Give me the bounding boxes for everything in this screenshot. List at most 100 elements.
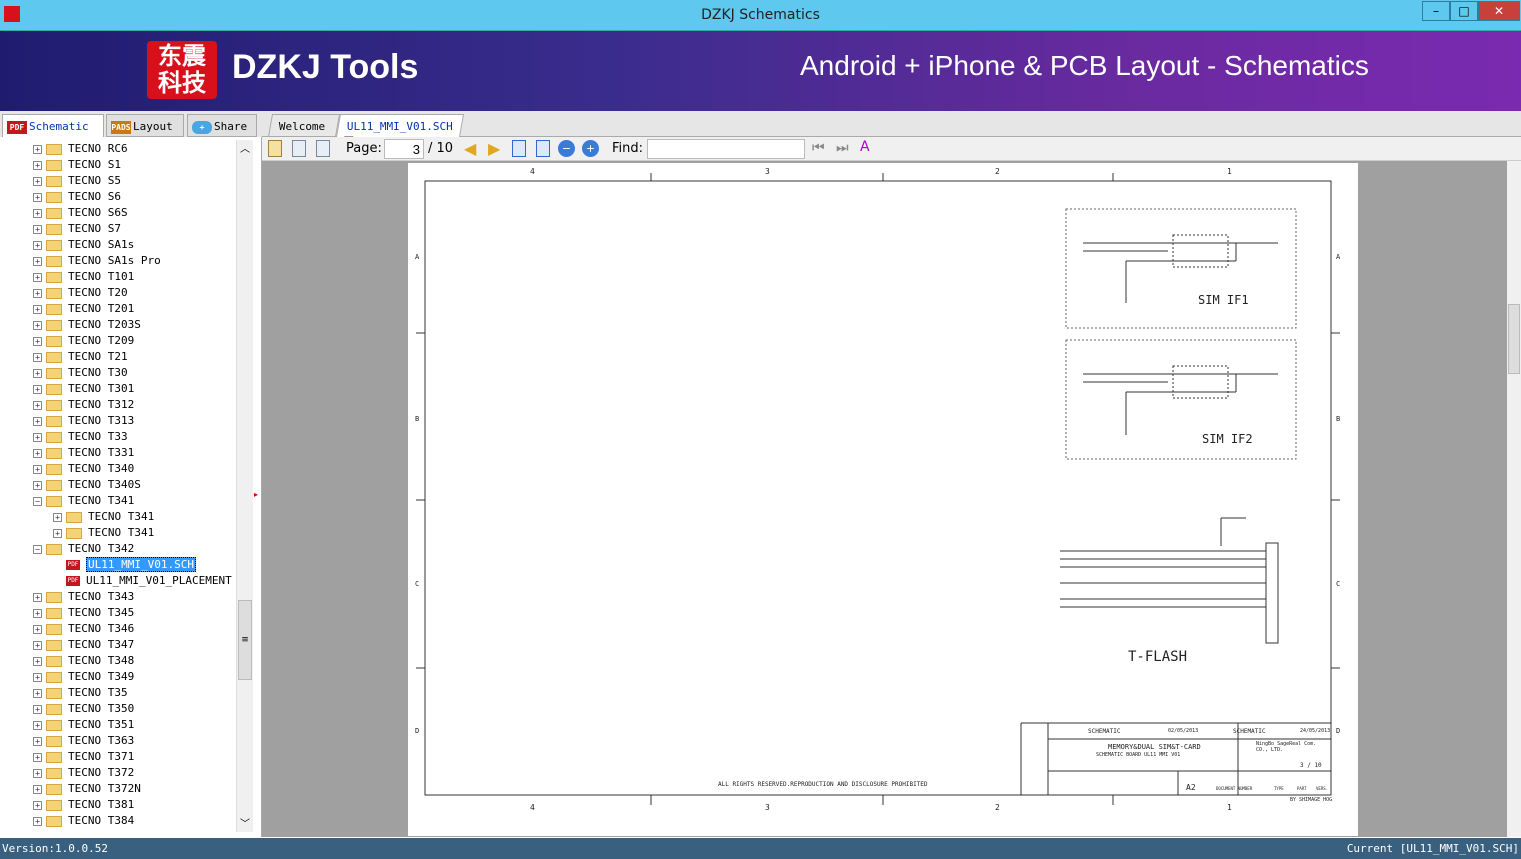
scroll-thumb[interactable]: ≡ [238, 600, 252, 680]
tree-item[interactable]: + TECNO T341 [53, 509, 154, 525]
expand-icon[interactable]: + [33, 384, 42, 394]
rotate-left-icon[interactable] [292, 140, 306, 157]
tree-item[interactable]: + TECNO T313 [33, 413, 134, 429]
expand-icon[interactable]: + [33, 416, 42, 426]
expand-icon[interactable]: + [33, 592, 42, 602]
tree-item[interactable]: + TECNO T340S [33, 477, 141, 493]
fit-page-icon[interactable] [536, 140, 550, 157]
tree-item[interactable]: + TECNO T33 [33, 429, 128, 445]
tab-ul11-mmi-v01[interactable]: UL11_MMI_V01.SCH ✕ [335, 114, 465, 146]
expand-icon[interactable]: + [33, 608, 42, 618]
expand-icon[interactable]: + [33, 144, 42, 154]
expand-icon[interactable]: + [53, 512, 62, 522]
expand-icon[interactable]: + [33, 160, 42, 170]
tab-layout[interactable]: PADS Layout [106, 114, 184, 137]
tree-item[interactable]: + TECNO SA1s [33, 237, 134, 253]
zoom-out-icon[interactable]: − [558, 140, 575, 157]
expand-icon[interactable]: + [33, 624, 42, 634]
tree-item[interactable]: PDF UL11_MMI_V01.SCH [53, 557, 196, 573]
scroll-up-icon[interactable]: ︿ [237, 140, 253, 157]
expand-icon[interactable]: + [33, 336, 42, 346]
page-input[interactable] [384, 139, 424, 159]
tree-item[interactable]: + TECNO T101 [33, 269, 134, 285]
tree-item[interactable]: + TECNO S6S [33, 205, 128, 221]
tree-item[interactable]: + TECNO S6 [33, 189, 121, 205]
expand-icon[interactable]: + [33, 432, 42, 442]
expand-icon[interactable]: + [33, 320, 42, 330]
tab-welcome[interactable]: Welcome [267, 114, 341, 137]
tree-item[interactable]: + TECNO T348 [33, 653, 134, 669]
expand-icon[interactable]: + [33, 480, 42, 490]
tree-item[interactable]: + TECNO T372 [33, 765, 134, 781]
collapse-icon[interactable]: − [33, 544, 42, 554]
tree-item[interactable]: PDF UL11_MMI_V01_PLACEMENT [53, 573, 232, 589]
tree-item[interactable]: + TECNO T21 [33, 349, 128, 365]
expand-icon[interactable]: + [33, 400, 42, 410]
expand-icon[interactable]: + [33, 688, 42, 698]
tree-item[interactable]: + TECNO T20 [33, 285, 128, 301]
find-first-icon[interactable]: ⏮ [812, 140, 825, 156]
find-next-icon[interactable]: ⏭ [836, 140, 849, 156]
expand-icon[interactable]: + [33, 752, 42, 762]
maximize-button[interactable]: □ [1450, 1, 1478, 21]
tree-item[interactable]: + TECNO T30 [33, 365, 128, 381]
expand-icon[interactable]: + [33, 448, 42, 458]
expand-icon[interactable]: + [33, 656, 42, 666]
tree-item[interactable]: + TECNO T384 [33, 813, 134, 829]
tree-item[interactable]: + TECNO T349 [33, 669, 134, 685]
tree-item[interactable]: + TECNO RC6 [33, 141, 128, 157]
expand-icon[interactable]: + [33, 816, 42, 826]
find-input[interactable] [647, 139, 805, 159]
tree-item[interactable]: − TECNO T341 [33, 493, 134, 509]
tree-item[interactable]: + TECNO T343 [33, 589, 134, 605]
tree-item[interactable]: − TECNO T342 [33, 541, 134, 557]
expand-icon[interactable]: + [33, 464, 42, 474]
expand-icon[interactable]: + [33, 304, 42, 314]
expand-icon[interactable]: + [33, 368, 42, 378]
expand-icon[interactable]: + [33, 192, 42, 202]
expand-icon[interactable]: + [33, 640, 42, 650]
tree-item[interactable]: + TECNO T347 [33, 637, 134, 653]
tab-schematic[interactable]: PDF Schematic [2, 114, 104, 137]
expand-icon[interactable]: + [33, 208, 42, 218]
tree-item[interactable]: + TECNO T301 [33, 381, 134, 397]
expand-icon[interactable]: + [33, 272, 42, 282]
expand-icon[interactable]: + [33, 704, 42, 714]
viewer-scrollbar[interactable] [1507, 161, 1521, 837]
tree-item[interactable]: + TECNO S7 [33, 221, 121, 237]
expand-icon[interactable]: + [33, 800, 42, 810]
expand-icon[interactable]: + [33, 736, 42, 746]
tree-item[interactable]: + TECNO T35 [33, 685, 128, 701]
prev-page-icon[interactable]: ◀ [464, 139, 476, 158]
expand-icon[interactable]: + [33, 784, 42, 794]
zoom-in-icon[interactable]: + [582, 140, 599, 157]
tree-item[interactable]: + TECNO T350 [33, 701, 134, 717]
expand-icon[interactable]: + [33, 352, 42, 362]
tree-item[interactable]: + TECNO T381 [33, 797, 134, 813]
next-page-icon[interactable]: ▶ [488, 139, 500, 158]
scroll-down-icon[interactable]: ﹀ [237, 815, 253, 832]
tree-item[interactable]: + TECNO T341 [53, 525, 154, 541]
expand-icon[interactable]: + [33, 176, 42, 186]
expand-icon[interactable]: + [33, 224, 42, 234]
tree-item[interactable]: + TECNO T345 [33, 605, 134, 621]
expand-icon[interactable]: + [53, 528, 62, 538]
expand-icon[interactable]: + [33, 768, 42, 778]
tree-item[interactable]: + TECNO T209 [33, 333, 134, 349]
viewer-scroll-thumb[interactable] [1508, 304, 1520, 374]
tree-item[interactable]: + TECNO T346 [33, 621, 134, 637]
tree-item[interactable]: + TECNO T371 [33, 749, 134, 765]
expand-icon[interactable]: + [33, 256, 42, 266]
tree-item[interactable]: + TECNO T351 [33, 717, 134, 733]
minimize-button[interactable]: – [1422, 1, 1450, 21]
tree-scrollbar[interactable]: ︿ ≡ ﹀ [236, 140, 253, 832]
close-button[interactable]: ✕ [1478, 1, 1520, 21]
tree-item[interactable]: + TECNO T340 [33, 461, 134, 477]
tree-item[interactable]: + TECNO S5 [33, 173, 121, 189]
tree-item[interactable]: + TECNO T201 [33, 301, 134, 317]
highlight-text-icon[interactable]: A [860, 139, 870, 155]
expand-icon[interactable]: + [33, 240, 42, 250]
tree-item[interactable]: + TECNO S1 [33, 157, 121, 173]
tree-item[interactable]: + TECNO T312 [33, 397, 134, 413]
rotate-right-icon[interactable] [316, 140, 330, 157]
